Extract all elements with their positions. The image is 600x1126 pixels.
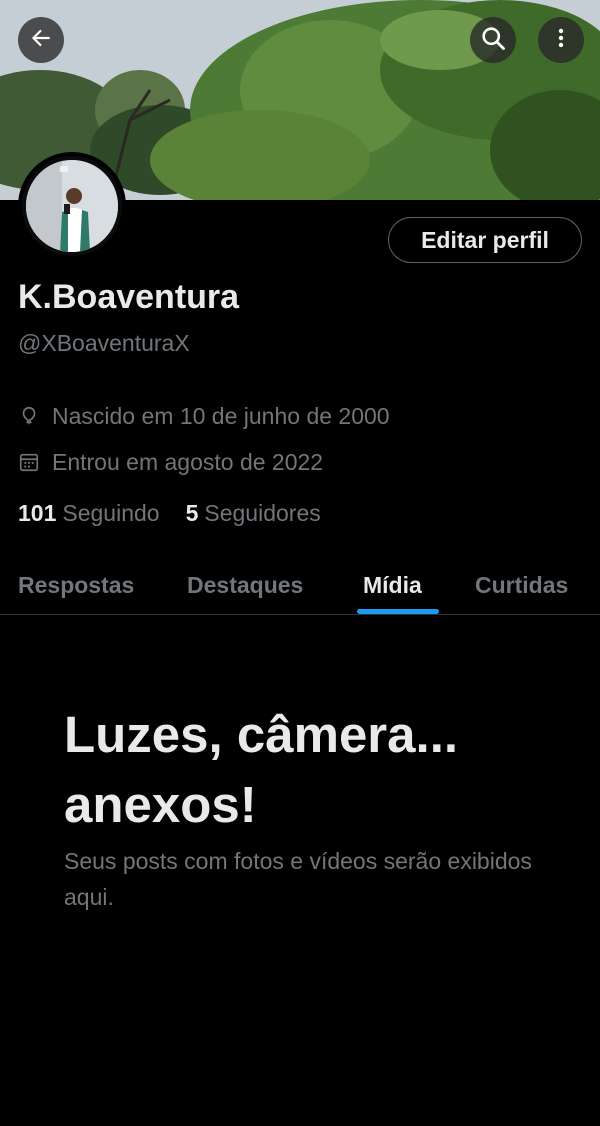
back-button[interactable]	[18, 17, 64, 63]
following-link[interactable]: 101 Seguindo	[18, 500, 160, 527]
tab-curtidas[interactable]: Curtidas	[475, 556, 568, 614]
tab-midia[interactable]: Mídia	[363, 556, 422, 614]
birth-date-row: Nascido em 10 de junho de 2000	[18, 401, 390, 431]
followers-label: Seguidores	[204, 499, 321, 526]
more-vertical-icon	[549, 26, 573, 55]
followers-link[interactable]: 5 Seguidores	[186, 500, 321, 527]
arrow-left-icon	[28, 25, 54, 56]
search-icon	[479, 24, 507, 57]
follow-stats: 101 Seguindo 5 Seguidores	[18, 497, 321, 529]
empty-state-subtitle: Seus posts com fotos e vídeos serão exib…	[64, 848, 532, 910]
user-handle: @XBoaventuraX	[18, 330, 190, 356]
balloon-icon	[18, 405, 40, 427]
following-count: 101	[18, 499, 57, 526]
joined-date-text: Entrou em agosto de 2022	[52, 448, 324, 475]
avatar[interactable]	[18, 152, 126, 260]
following-label: Seguindo	[62, 499, 160, 526]
display-name: K.Boaventura	[18, 278, 240, 316]
active-tab-indicator	[357, 609, 439, 614]
avatar-photo	[26, 160, 118, 252]
profile-tabs: Respostas Destaques Mídia Curtidas	[0, 556, 600, 615]
tab-respostas[interactable]: Respostas	[18, 556, 134, 614]
birth-date-text: Nascido em 10 de junho de 2000	[52, 402, 390, 429]
followers-count: 5	[185, 499, 199, 526]
more-options-button[interactable]	[538, 17, 584, 63]
joined-date-row: Entrou em agosto de 2022	[18, 447, 323, 477]
calendar-icon	[18, 451, 40, 473]
edit-profile-button[interactable]: Editar perfil	[388, 217, 582, 263]
empty-state-title: Luzes, câmera... anexos!	[64, 706, 459, 833]
tab-destaques[interactable]: Destaques	[187, 556, 303, 614]
search-button[interactable]	[470, 17, 516, 63]
